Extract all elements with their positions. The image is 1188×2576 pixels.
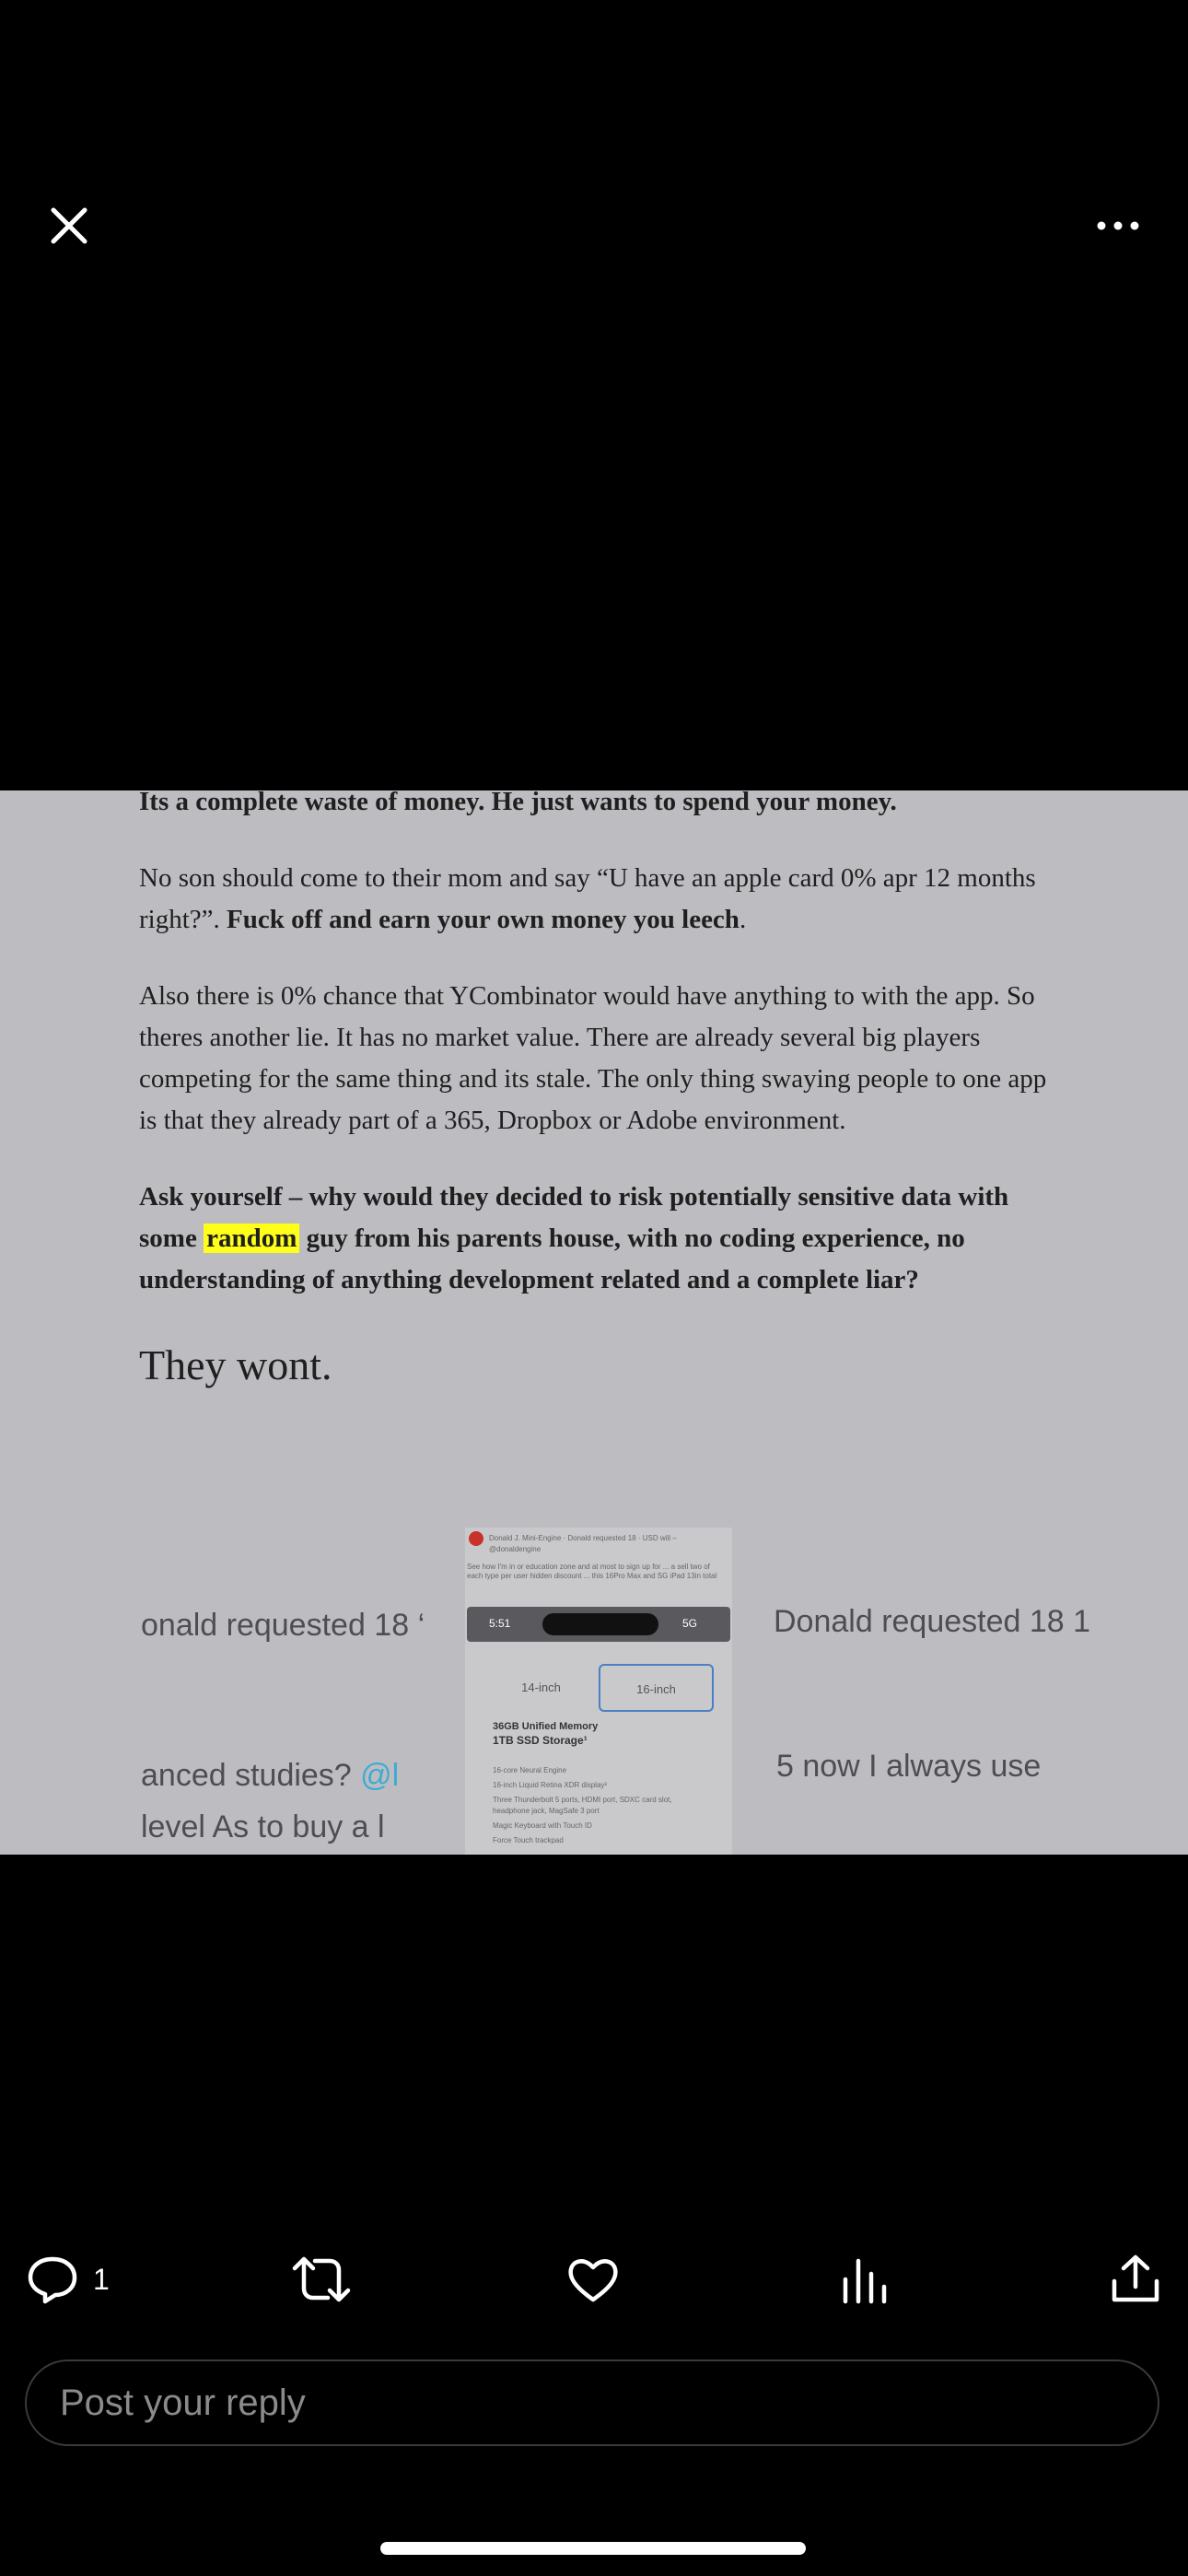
embedded-phone-screenshot: Donald J. Mini-Engine · Donald requested… — [465, 1528, 732, 1855]
avatar — [469, 1531, 483, 1546]
home-indicator — [380, 2542, 806, 2555]
spec-list: 16-core Neural Engine 16-inch Liquid Ret… — [493, 1765, 705, 1846]
doc-p1-bold: Fuck off and earn your own money you lee… — [227, 905, 740, 934]
tab-16-inch: 16-inch — [599, 1664, 714, 1712]
phone-time: 5:51 — [489, 1617, 511, 1630]
more-button[interactable] — [1094, 207, 1142, 244]
spec-item: Magic Keyboard with Touch ID — [493, 1821, 592, 1830]
doc-highlight: random — [204, 1224, 300, 1253]
share-icon — [1112, 2254, 1159, 2302]
action-bar: 1 — [0, 2250, 1188, 2309]
doc-paragraph-2: Also there is 0% chance that YCombinator… — [139, 981, 1047, 1135]
views-icon — [843, 2258, 887, 2304]
reply-placeholder: Post your reply — [60, 2382, 306, 2423]
dynamic-island — [542, 1613, 658, 1635]
embedded-left-text: anced studies? — [141, 1758, 361, 1793]
spec-item: Force Touch trackpad — [493, 1836, 564, 1844]
media-image[interactable]: Its a complete waste of money. He just w… — [0, 790, 1188, 1855]
embedded-left-line-3: level As to buy a l — [141, 1809, 385, 1844]
phone-status-bar: 5:51 5G — [467, 1607, 730, 1642]
doc-line-1: Its a complete waste of money. He just w… — [139, 790, 897, 816]
reply-input[interactable]: Post your reply — [25, 2359, 1159, 2446]
doc-paragraph-1: No son should come to their mom and say … — [139, 858, 1060, 941]
reply-count: 1 — [93, 2262, 110, 2296]
tab-14-inch: 14-inch — [521, 1680, 561, 1694]
size-tabs: 14-inch 16-inch — [483, 1664, 714, 1712]
close-button[interactable] — [46, 203, 92, 249]
reply-icon — [28, 2256, 77, 2304]
embedded-left-link: @l — [360, 1758, 400, 1793]
phone-subtext: See how I'm in or education zone and at … — [467, 1563, 717, 1580]
views-button[interactable] — [840, 2250, 890, 2309]
share-button[interactable] — [1109, 2250, 1162, 2309]
doc-paragraph-4: They wont. — [139, 1341, 332, 1388]
like-button[interactable] — [565, 2250, 621, 2309]
spec-item: 16-core Neural Engine — [493, 1766, 567, 1774]
close-icon — [51, 207, 87, 244]
embedded-right-line-1: Donald requested 18 1 — [774, 1604, 1091, 1639]
phone-signal: 5G — [682, 1617, 698, 1630]
doc-p1-end: . — [739, 905, 747, 934]
embedded-right-line-2: 5 now I always use — [776, 1749, 1042, 1784]
repost-button[interactable] — [291, 2250, 352, 2309]
document-text: Its a complete waste of money. He just w… — [139, 790, 1060, 1393]
storage-label: 1TB SSD Storage¹ — [493, 1734, 588, 1747]
embedded-left-line-1: onald requested 18 ‘ — [141, 1608, 425, 1643]
like-icon — [568, 2259, 618, 2302]
spec-item: Three Thunderbolt 5 ports, HDMI port, SD… — [493, 1796, 672, 1815]
memory-label: 36GB Unified Memory — [493, 1721, 599, 1732]
reply-button[interactable]: 1 — [25, 2250, 110, 2309]
spec-item: 16-inch Liquid Retina XDR display² — [493, 1781, 608, 1789]
embedded-left-line-2: anced studies? @l — [141, 1758, 399, 1794]
more-horizontal-icon — [1097, 221, 1139, 230]
phone-header: Donald J. Mini-Engine · Donald requested… — [489, 1534, 677, 1553]
doc-paragraph-3: Ask yourself – why would they decided to… — [139, 1177, 1060, 1301]
repost-icon — [292, 2256, 351, 2302]
